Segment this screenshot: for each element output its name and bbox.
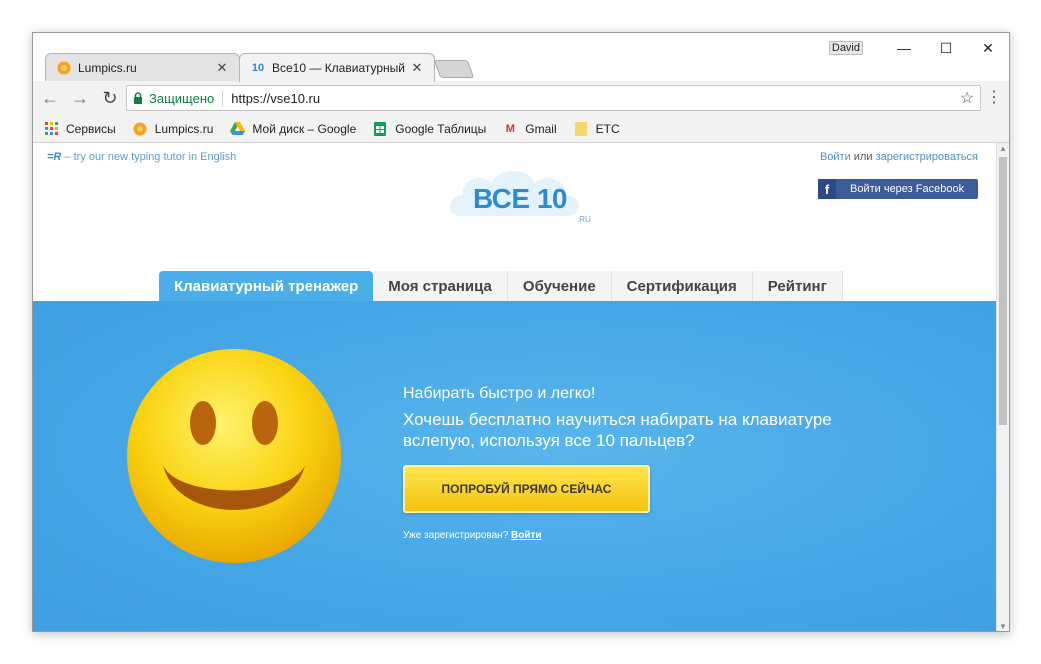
browser-toolbar: ← → ↻ Защищено https://vse10.ru ☆ ⋮ bbox=[33, 81, 1009, 115]
register-link[interactable]: зарегистрироваться bbox=[876, 151, 978, 163]
scroll-down-icon[interactable]: ▼ bbox=[997, 621, 1009, 631]
sheets-icon bbox=[372, 121, 388, 137]
main-nav: Клавиатурный тренажер Моя страница Обуче… bbox=[159, 271, 843, 301]
forward-icon[interactable]: → bbox=[67, 85, 93, 111]
maximize-icon[interactable]: ☐ bbox=[931, 37, 961, 59]
bookmark-star-icon[interactable]: ☆ bbox=[954, 88, 980, 108]
bookmark-lumpics[interactable]: Lumpics.ru bbox=[132, 121, 214, 137]
bookmark-label: Мой диск – Google bbox=[252, 121, 357, 136]
bookmark-label: Gmail bbox=[525, 121, 557, 136]
address-bar[interactable]: Защищено https://vse10.ru ☆ bbox=[126, 85, 981, 111]
nav-typing-trainer[interactable]: Клавиатурный тренажер bbox=[159, 271, 374, 301]
lock-icon bbox=[127, 92, 149, 104]
bookmark-google-sheets[interactable]: Google Таблицы bbox=[372, 121, 486, 137]
profile-name[interactable]: David bbox=[828, 41, 863, 55]
browser-window: Lumpics.ru ✕ 10 Все10 — Клавиатурный ✕ D… bbox=[32, 32, 1010, 632]
page-content: =R – try our new typing tutor in English… bbox=[33, 143, 998, 631]
already-registered-text: Уже зарегистрирован? bbox=[403, 530, 512, 541]
bookmark-label: Lumpics.ru bbox=[154, 121, 214, 136]
auth-links: Войти или зарегистрироваться bbox=[820, 151, 978, 163]
vse10-favicon-icon: 10 bbox=[251, 62, 265, 74]
url-text[interactable]: https://vse10.ru bbox=[223, 91, 954, 106]
hero-login-link[interactable]: Войти bbox=[511, 530, 542, 541]
facebook-login-button[interactable]: f Войти через Facebook bbox=[818, 179, 978, 199]
bookmark-apps[interactable]: Сервисы bbox=[43, 121, 116, 137]
nav-my-page[interactable]: Моя страница bbox=[373, 271, 508, 301]
bookmark-label: ETC bbox=[595, 121, 620, 136]
bookmark-label: Google Таблицы bbox=[395, 121, 487, 136]
new-tab-button[interactable] bbox=[433, 60, 475, 78]
bookmarks-bar: Сервисы Lumpics.ru Мой диск – Google Goo… bbox=[33, 115, 1009, 143]
hero-description: Хочешь бесплатно научиться набирать на к… bbox=[403, 410, 832, 450]
gmail-icon: M bbox=[505, 122, 515, 135]
minimize-icon[interactable]: — bbox=[889, 37, 919, 59]
orange-circle-icon bbox=[56, 60, 72, 76]
nav-certification[interactable]: Сертификация bbox=[611, 271, 753, 301]
back-icon[interactable]: ← bbox=[37, 85, 63, 111]
facebook-button-label: Войти через Facebook bbox=[850, 183, 965, 195]
folder-icon bbox=[573, 121, 589, 137]
tab-title: Все10 — Клавиатурный bbox=[272, 61, 405, 75]
orange-circle-icon bbox=[132, 121, 148, 137]
try-now-button[interactable]: ПОПРОБУЙ ПРЯМО СЕЙЧАС bbox=[403, 465, 650, 513]
already-registered: Уже зарегистрирован? Войти bbox=[403, 530, 542, 541]
close-tab-icon[interactable]: ✕ bbox=[215, 60, 229, 76]
logo-domain-suffix: .RU bbox=[577, 215, 591, 224]
login-link[interactable]: Войти bbox=[820, 151, 851, 163]
typing-r-icon: =R bbox=[47, 151, 62, 163]
bookmark-google-drive[interactable]: Мой диск – Google bbox=[229, 121, 356, 137]
reload-icon[interactable]: ↻ bbox=[97, 85, 123, 111]
close-window-icon[interactable]: ✕ bbox=[973, 37, 1003, 59]
google-drive-icon bbox=[229, 121, 245, 137]
hero-headline: Набирать быстро и легко! bbox=[403, 385, 596, 402]
scrollbar-thumb[interactable] bbox=[999, 157, 1007, 425]
tab-title: Lumpics.ru bbox=[78, 61, 137, 75]
auth-or-text: или bbox=[850, 151, 876, 163]
page-scrollbar[interactable]: ▲ ▼ bbox=[996, 143, 1009, 631]
tab-strip: Lumpics.ru ✕ 10 Все10 — Клавиатурный ✕ D… bbox=[33, 33, 1009, 82]
nav-rating[interactable]: Рейтинг bbox=[752, 271, 843, 301]
smiley-face-icon bbox=[127, 349, 341, 563]
hero-banner: Набирать быстро и легко! Хочешь бесплатн… bbox=[33, 301, 998, 631]
site-logo[interactable]: ВСЕ 10 bbox=[473, 183, 567, 215]
facebook-icon: f bbox=[818, 179, 836, 199]
nav-learning[interactable]: Обучение bbox=[507, 271, 612, 301]
bookmark-label: Сервисы bbox=[66, 121, 116, 136]
secure-label: Защищено bbox=[149, 90, 224, 106]
scroll-up-icon[interactable]: ▲ bbox=[997, 143, 1009, 155]
close-tab-icon[interactable]: ✕ bbox=[410, 60, 424, 76]
bookmark-etc-folder[interactable]: ETC bbox=[573, 121, 620, 137]
menu-dots-icon[interactable]: ⋮ bbox=[985, 88, 1003, 108]
apps-grid-icon bbox=[43, 121, 59, 137]
english-tutor-promo[interactable]: =R – try our new typing tutor in English bbox=[47, 151, 236, 163]
tab-lumpics[interactable]: Lumpics.ru ✕ bbox=[45, 53, 240, 82]
promo-text: – try our new typing tutor in English bbox=[61, 151, 237, 163]
tab-vse10[interactable]: 10 Все10 — Клавиатурный ✕ bbox=[239, 53, 435, 82]
bookmark-gmail[interactable]: M Gmail bbox=[502, 121, 557, 137]
